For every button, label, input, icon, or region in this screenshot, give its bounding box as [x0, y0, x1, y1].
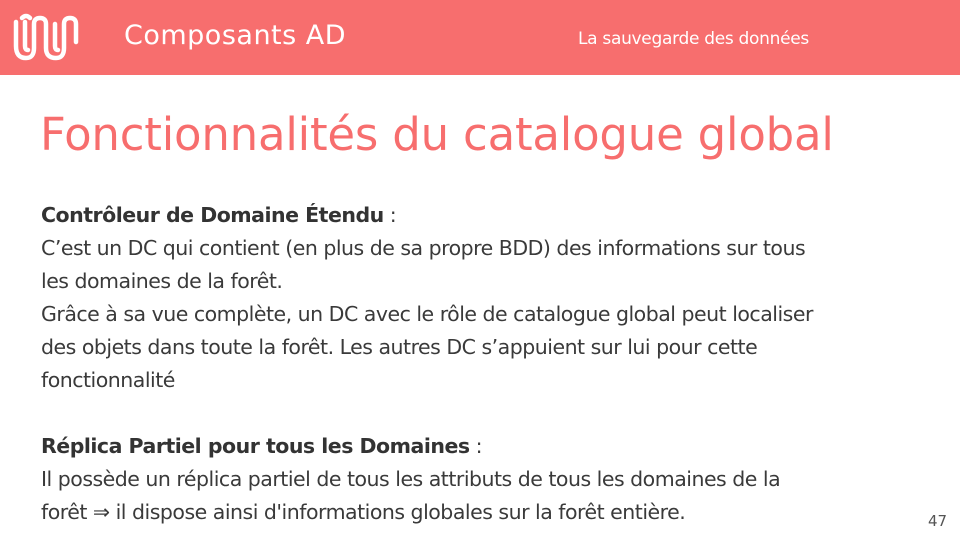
- body-line: les domaines de la forêt.: [41, 269, 283, 293]
- body-line: C’est un DC qui contient (en plus de sa …: [41, 236, 806, 260]
- header-title: Composants AD: [124, 20, 347, 51]
- body-line: Grâce à sa vue complète, un DC avec le r…: [41, 302, 813, 326]
- section-extended-dc: Contrôleur de Domaine Étendu : C’est un …: [41, 199, 931, 397]
- section-heading-suffix: :: [469, 434, 483, 458]
- slide: Composants AD La sauvegarde des données …: [0, 0, 960, 540]
- header-bar: Composants AD La sauvegarde des données: [0, 0, 960, 75]
- section-heading: Réplica Partiel pour tous les Domaines: [41, 434, 470, 458]
- section-heading-line: Contrôleur de Domaine Étendu :: [41, 199, 931, 232]
- body-line: des objets dans toute la forêt. Les autr…: [41, 335, 758, 359]
- section-heading-line: Réplica Partiel pour tous les Domaines :: [41, 430, 931, 463]
- section-heading: Contrôleur de Domaine Étendu: [41, 203, 384, 227]
- slide-title: Fonctionnalités du catalogue global: [40, 108, 834, 161]
- body-line: fonctionnalité: [41, 368, 175, 392]
- page-number: 47: [928, 512, 948, 530]
- header-subtitle: La sauvegarde des données: [578, 29, 809, 49]
- section-heading-suffix: :: [383, 203, 397, 227]
- body-line: Il possède un réplica partiel de tous le…: [41, 467, 781, 491]
- slide-body: Contrôleur de Domaine Étendu : C’est un …: [41, 199, 931, 529]
- wave-logo-icon: [13, 13, 79, 61]
- section-partial-replica: Réplica Partiel pour tous les Domaines :…: [41, 430, 931, 529]
- body-line: forêt ⇒ il dispose ainsi d'informations …: [41, 500, 686, 524]
